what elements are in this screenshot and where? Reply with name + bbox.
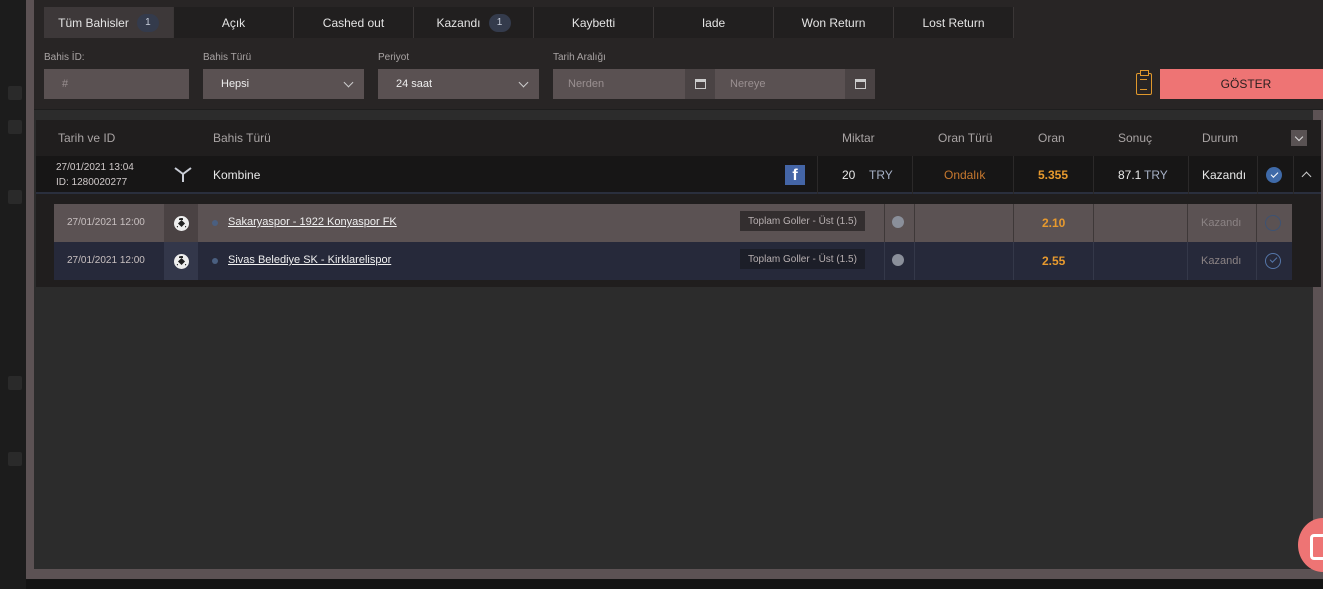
selection-status: Kazandı xyxy=(1201,255,1242,267)
selection-odds: 2.10 xyxy=(1042,216,1066,230)
bet-selections: 27/01/2021 12:00 Sakaryaspor - 1922 Kony… xyxy=(54,204,1292,280)
bets-table: Tarih ve ID Bahis Türü Miktar Oran Türü … xyxy=(36,120,1321,287)
tab-label: Kazandı xyxy=(436,15,481,30)
status-tabs: Tüm Bahisler 1 Açık Cashed out Kazandı 1… xyxy=(44,7,1014,38)
star-icon xyxy=(8,190,22,204)
tabs-and-filters-panel: Tüm Bahisler 1 Açık Cashed out Kazandı 1… xyxy=(34,0,1323,110)
bet-row[interactable]: 27/01/2021 13:04 ID: 1280020277 Kombine … xyxy=(36,156,1321,194)
header-status: Durum xyxy=(1202,131,1239,145)
bet-id: ID: 1280020277 xyxy=(56,177,128,188)
tab-refund[interactable]: Iade xyxy=(654,7,774,38)
period-label: Periyot xyxy=(378,52,410,63)
tab-label: Kaybetti xyxy=(571,15,616,30)
tab-label: Iade xyxy=(701,15,726,30)
collapse-all-button[interactable] xyxy=(1291,130,1307,146)
amount-currency: TRY xyxy=(869,168,893,182)
odds-type: Ondalık xyxy=(944,168,986,182)
tab-won-return[interactable]: Won Return xyxy=(774,7,894,38)
bet-id-label: Bahis İD: xyxy=(44,52,85,63)
tab-lost-return[interactable]: Lost Return xyxy=(894,7,1014,38)
bet-history-modal: Tüm Bahisler 1 Açık Cashed out Kazandı 1… xyxy=(26,0,1323,579)
header-odds-type: Oran Türü xyxy=(938,131,993,145)
count-badge: 1 xyxy=(136,13,159,32)
selection-row: 27/01/2021 12:00 Sakaryaspor - 1922 Kony… xyxy=(54,204,1292,242)
tab-label: Cashed out xyxy=(322,15,385,30)
soccer-ball-icon xyxy=(164,204,198,242)
show-button[interactable]: GÖSTER xyxy=(1160,69,1323,99)
sidebar-icon xyxy=(8,120,22,134)
won-check-icon xyxy=(1266,167,1282,183)
total-odds: 5.355 xyxy=(1038,168,1069,182)
header-bet-type: Bahis Türü xyxy=(213,131,271,145)
bet-result: 87.1 xyxy=(1118,168,1142,182)
calendar-icon[interactable] xyxy=(685,69,715,99)
bullet-icon xyxy=(212,220,218,226)
match-link[interactable]: Sivas Belediye SK - Kirklarelispor xyxy=(228,254,391,266)
check-circle-icon xyxy=(1265,253,1281,269)
date-range-label: Tarih Aralığı xyxy=(553,52,606,63)
chevron-down-icon xyxy=(343,77,354,88)
sidebar-icon xyxy=(8,376,22,390)
selection-row: 27/01/2021 12:00 Sivas Belediye SK - Kir… xyxy=(54,242,1292,280)
tab-lost[interactable]: Kaybetti xyxy=(534,7,654,38)
selection-date: 27/01/2021 12:00 xyxy=(67,217,145,228)
date-from-input[interactable]: Nerden xyxy=(553,69,685,99)
check-circle-icon xyxy=(1265,215,1281,231)
tab-label: Lost Return xyxy=(922,15,985,30)
tab-cashed-out[interactable]: Cashed out xyxy=(294,7,414,38)
header-result: Sonuç xyxy=(1118,131,1153,145)
bet-type-label: Bahis Türü xyxy=(203,52,252,63)
calendar-icon[interactable] xyxy=(845,69,875,99)
bet-status: Kazandı xyxy=(1202,168,1247,182)
tab-open[interactable]: Açık xyxy=(174,7,294,38)
bet-type-value: Hepsi xyxy=(221,78,250,90)
date-to-input[interactable]: Nereye xyxy=(715,69,847,99)
header-date-id: Tarih ve ID xyxy=(58,131,116,145)
facebook-share-icon[interactable]: f xyxy=(785,165,805,185)
chevron-down-icon xyxy=(518,77,529,88)
market-label: Toplam Goller - Üst (1.5) xyxy=(740,249,865,269)
bullet-icon xyxy=(212,258,218,264)
selection-odds: 2.55 xyxy=(1042,254,1066,268)
selection-status: Kazandı xyxy=(1201,217,1242,229)
tab-won[interactable]: Kazandı 1 xyxy=(414,7,534,38)
selection-date: 27/01/2021 12:00 xyxy=(67,255,145,266)
bet-type-value: Kombine xyxy=(213,168,261,182)
tab-label: Won Return xyxy=(801,15,866,30)
bet-id-input[interactable]: # xyxy=(44,69,189,99)
header-odds: Oran xyxy=(1038,131,1065,145)
tab-all-bets[interactable]: Tüm Bahisler 1 xyxy=(44,7,174,38)
soccer-ball-icon xyxy=(164,242,198,280)
period-select[interactable]: 24 saat xyxy=(378,69,539,99)
sidebar-icon xyxy=(8,452,22,466)
bet-type-select[interactable]: Hepsi xyxy=(203,69,364,99)
bet-amount: 20 xyxy=(842,168,856,182)
table-header: Tarih ve ID Bahis Türü Miktar Oran Türü … xyxy=(36,120,1321,156)
tab-label: Tüm Bahisler xyxy=(58,15,129,30)
result-currency: TRY xyxy=(1144,168,1168,182)
chevron-up-icon[interactable] xyxy=(1301,171,1312,182)
count-badge: 1 xyxy=(488,13,511,32)
market-label: Toplam Goller - Üst (1.5) xyxy=(740,211,865,231)
statistics-icon[interactable] xyxy=(892,216,904,228)
header-amount: Miktar xyxy=(842,131,875,145)
tab-label: Açık xyxy=(221,15,246,30)
statistics-icon[interactable] xyxy=(892,254,904,266)
filter-bar: Bahis İD: # Bahis Türü Hepsi Periyot 24 … xyxy=(44,50,1323,102)
period-value: 24 saat xyxy=(396,78,433,90)
match-link[interactable]: Sakaryaspor - 1922 Konyaspor FK xyxy=(228,216,397,228)
combo-bet-icon xyxy=(174,167,192,182)
bet-date: 27/01/2021 13:04 xyxy=(56,162,134,173)
sidebar-icon xyxy=(8,86,22,100)
clipboard-icon[interactable] xyxy=(1136,70,1152,95)
modal-content: Tüm Bahisler 1 Açık Cashed out Kazandı 1… xyxy=(34,0,1323,569)
